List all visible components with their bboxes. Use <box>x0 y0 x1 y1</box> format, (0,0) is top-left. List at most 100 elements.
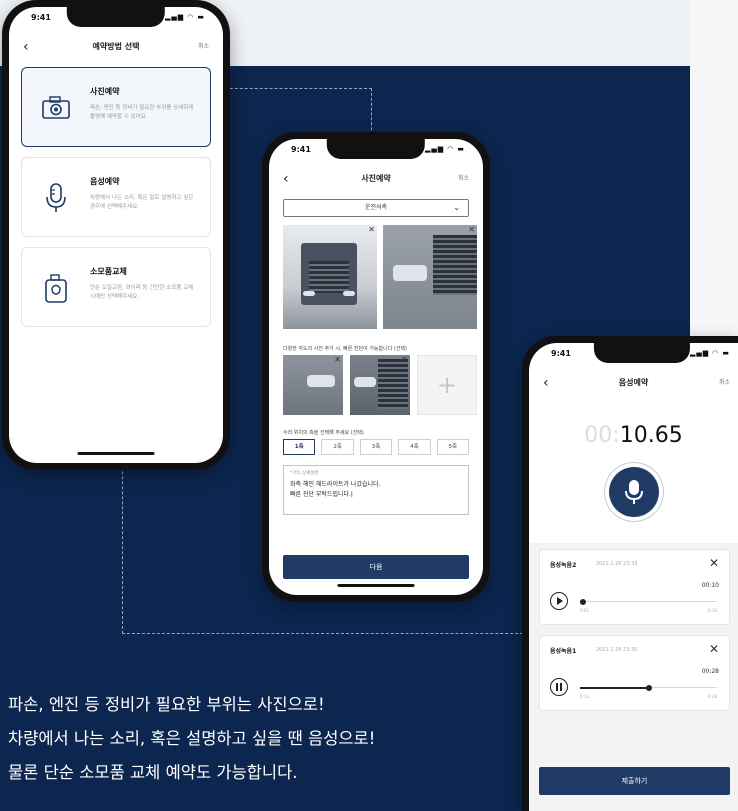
recording-duration: 00:10 <box>701 582 719 589</box>
memo-label: *기타 상세설명 <box>290 471 319 476</box>
option-consumable-replacement[interactable]: 소모품교체 단순 오일교환, 와이퍼 등 간단한 소모품 교체시에만 선택해주세… <box>21 247 211 327</box>
pause-button[interactable] <box>550 678 568 696</box>
caption-line: 차량에서 나는 소리, 혹은 설명하고 싶을 땐 음성으로! <box>8 729 376 748</box>
progress-slider[interactable] <box>580 684 717 691</box>
play-icon <box>557 597 563 605</box>
pause-icon <box>556 683 562 691</box>
memo-textarea[interactable]: *기타 상세설명 좌측 헤인 헤드라이트가 나갔습니다. 빠른 진단 부탁드립니… <box>283 465 469 515</box>
play-button[interactable] <box>550 592 568 610</box>
axle-option[interactable]: 5축 <box>436 439 470 455</box>
axle-option[interactable]: 4축 <box>398 439 431 455</box>
progress-knob[interactable] <box>645 684 652 691</box>
cancel-button[interactable]: 취소 <box>719 375 730 391</box>
signal-wifi-battery-icon: ▂▄▆ ◠ ▬ <box>689 349 730 357</box>
axle-option[interactable]: 1축 <box>283 439 316 455</box>
status-time: 9:41 <box>551 349 571 358</box>
cancel-button[interactable]: 취소 <box>458 171 469 187</box>
axle-selector: 1축 2축 3축 4축 5축 <box>283 439 470 455</box>
truck-grille <box>378 359 408 409</box>
add-photo-button[interactable]: + <box>417 355 477 415</box>
progress-knob[interactable] <box>579 598 586 605</box>
side-dropdown[interactable]: 운전석측 ⌄ <box>283 199 469 217</box>
option-title: 소모품교체 <box>90 267 127 276</box>
truck-photo-extra-1[interactable]: ✕ <box>283 355 343 415</box>
phone-reservation-method: 9:41 ▂▄▆ ◠ ▬ ‹ 예약방법 선택 취소 사진예약 파손, 엔진 등 … <box>2 0 230 470</box>
page-title: 사진예약 <box>361 174 391 183</box>
option-photo-reservation[interactable]: 사진예약 파손, 엔진 등 정비가 필요한 부위를 상세하게 촬영해 예약할 수… <box>21 67 211 147</box>
caption-line: 물론 단순 소모품 교체 예약도 가능합니다. <box>8 763 298 782</box>
recording-name: 음성녹음1 <box>550 648 577 655</box>
elapsed-time: 0:13 <box>580 694 589 699</box>
home-indicator <box>77 452 155 455</box>
remove-photo-icon[interactable]: ✕ <box>368 225 375 234</box>
screen: 9:41 ▂▄▆ ◠ ▬ ‹ 사진예약 취소 운전석측 ⌄ ✕ ✕ 다양한 각도… <box>269 139 483 595</box>
recording-date: 2021.1.26 23:33 <box>596 561 638 567</box>
phone-voice-reservation: 9:41 ▂▄▆ ◠ ▬ ‹ 음성예약 취소 00:10.65 음성녹음2 20… <box>522 336 738 811</box>
submit-button[interactable]: 제출하기 <box>539 767 730 795</box>
timer-value: 10.65 <box>619 423 683 448</box>
truck-grille <box>309 261 349 293</box>
recording-date: 2021.1.26 23:30 <box>596 647 638 653</box>
truck-headlight <box>354 377 376 387</box>
promo-caption: 파손, 엔진 등 정비가 필요한 부위는 사진으로! 차량에서 나는 소리, 혹… <box>8 688 478 790</box>
remove-photo-icon[interactable]: ✕ <box>468 225 475 234</box>
nav-bar: ‹ 사진예약 취소 <box>269 171 483 189</box>
record-button[interactable] <box>608 467 659 517</box>
plus-icon: + <box>436 371 458 399</box>
recording-duration: 00:28 <box>701 668 719 675</box>
recordings-list: 음성녹음2 2021.1.26 23:33 ✕ 00:10 0:01 -0:10… <box>529 543 738 811</box>
dropdown-value: 운전석측 <box>364 204 388 211</box>
remove-photo-icon[interactable]: ✕ <box>334 355 341 364</box>
notch <box>326 139 426 159</box>
truck-photo-extra-2[interactable]: ✕ <box>350 355 410 415</box>
microphone-icon <box>46 183 66 212</box>
camera-icon <box>42 96 70 119</box>
chevron-down-icon: ⌄ <box>453 203 460 212</box>
memo-text: 좌측 헤인 헤드라이트가 나갔습니다. 빠른 진단 부탁드립니다.| <box>290 481 381 498</box>
cancel-button[interactable]: 취소 <box>198 39 209 55</box>
remaining-time: -0:10 <box>706 608 717 613</box>
remove-photo-icon[interactable]: ✕ <box>401 355 408 364</box>
option-desc: 파손, 엔진 등 정비가 필요한 부위를 상세하게 촬영해 예약할 수 있어요. <box>90 105 194 120</box>
axle-option[interactable]: 2축 <box>321 439 354 455</box>
option-voice-reservation[interactable]: 음성예약 차량에서 나는 소리, 혹은 말로 설명하고 싶은 경우에 선택해주세… <box>21 157 211 237</box>
recording-timer: 00:10.65 <box>529 423 738 448</box>
caption-line: 파손, 엔진 등 정비가 필요한 부위는 사진으로! <box>8 695 325 714</box>
screen: 9:41 ▂▄▆ ◠ ▬ ‹ 음성예약 취소 00:10.65 음성녹음2 20… <box>529 343 738 811</box>
signal-wifi-battery-icon: ▂▄▆ ◠ ▬ <box>164 13 205 21</box>
option-desc: 차량에서 나는 소리, 혹은 말로 설명하고 싶은 경우에 선택해주세요. <box>90 195 194 210</box>
option-title: 음성예약 <box>90 177 120 186</box>
delete-recording-icon[interactable]: ✕ <box>709 642 719 656</box>
truck-grille <box>433 235 477 295</box>
truck-photo-headlight[interactable]: ✕ <box>383 225 477 329</box>
truck-headlight <box>343 291 355 296</box>
recording-item: 음성녹음2 2021.1.26 23:33 ✕ 00:10 0:01 -0:10 <box>539 549 730 625</box>
notch <box>66 7 166 27</box>
nav-bar: ‹ 예약방법 선택 취소 <box>9 39 223 57</box>
option-title: 사진예약 <box>90 87 120 96</box>
progress-slider[interactable] <box>579 598 717 605</box>
signal-wifi-battery-icon: ▂▄▆ ◠ ▬ <box>424 145 465 153</box>
delete-recording-icon[interactable]: ✕ <box>709 556 719 570</box>
screen: 9:41 ▂▄▆ ◠ ▬ ‹ 예약방법 선택 취소 사진예약 파손, 엔진 등 … <box>9 7 223 463</box>
truck-photo-front[interactable]: ✕ <box>283 225 377 329</box>
axle-caption: 수리 위치의 측을 선택해 주세요 (선택) <box>283 430 364 436</box>
photo-caption: 다양한 각도의 사진 추가 시, 빠른 진단이 가능합니다 (선택) <box>283 346 408 352</box>
elapsed-time: 0:01 <box>580 608 589 613</box>
status-time: 9:41 <box>31 13 51 22</box>
option-desc: 단순 오일교환, 와이퍼 등 간단한 소모품 교체시에만 선택해주세요. <box>90 285 194 300</box>
truck-headlight <box>303 291 315 296</box>
truck-headlight <box>393 265 427 281</box>
recording-item: 음성녹음1 2021.1.26 23:30 ✕ 00:28 0:13 -0:28 <box>539 635 730 711</box>
timer-prefix: 00: <box>584 423 620 448</box>
truck-headlight <box>307 375 335 387</box>
axle-option[interactable]: 3축 <box>359 439 393 455</box>
status-time: 9:41 <box>291 145 311 154</box>
home-indicator <box>337 584 415 587</box>
nav-bar: ‹ 음성예약 취소 <box>529 375 738 393</box>
progress-fill <box>580 686 649 689</box>
phone-photo-reservation: 9:41 ▂▄▆ ◠ ▬ ‹ 사진예약 취소 운전석측 ⌄ ✕ ✕ 다양한 각도… <box>262 132 490 602</box>
oil-can-icon <box>45 274 67 303</box>
page-title: 예약방법 선택 <box>92 42 140 51</box>
next-button[interactable]: 다음 <box>283 555 469 579</box>
